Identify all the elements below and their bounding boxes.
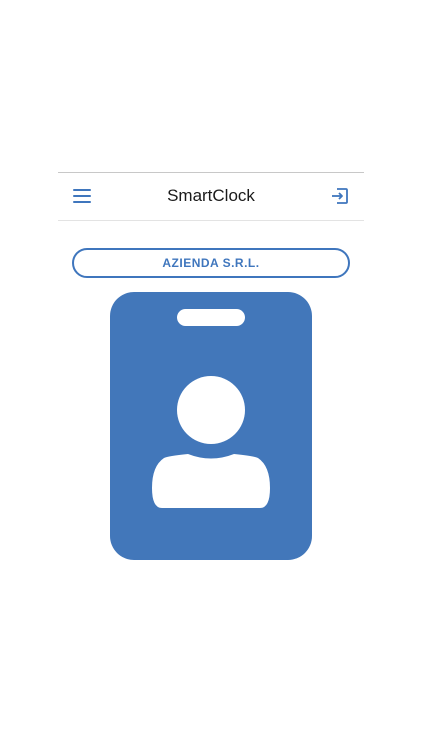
page-title: SmartClock (167, 186, 255, 205)
menu-button[interactable] (70, 184, 94, 208)
hamburger-menu-icon (73, 189, 91, 203)
id-badge-person-icon (110, 292, 312, 560)
logout-icon (332, 188, 348, 204)
badge-slot (177, 309, 245, 326)
company-selector-button[interactable]: AZIENDA S.R.L. (72, 248, 350, 278)
app-frame: SmartClock AZIENDA S.R.L. (58, 172, 364, 572)
app-header: SmartClock (58, 173, 364, 221)
app-screen: SmartClock AZIENDA S.R.L. (0, 0, 422, 750)
person-head (177, 376, 245, 444)
person-body (152, 454, 270, 508)
logout-button[interactable] (328, 184, 352, 208)
